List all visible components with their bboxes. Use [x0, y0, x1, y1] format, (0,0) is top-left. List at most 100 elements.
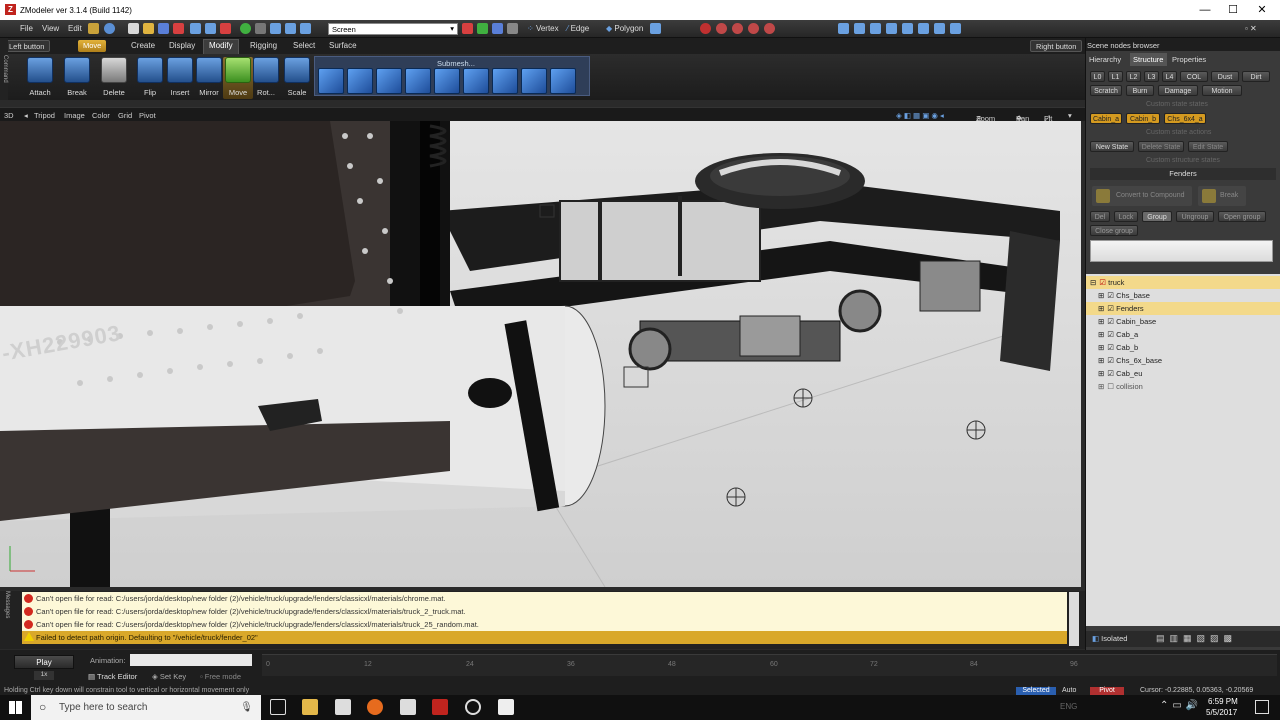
rotate-button[interactable]: Rot...: [251, 57, 281, 97]
windows-start-icon[interactable]: [9, 701, 22, 714]
stop-icon[interactable]: [220, 23, 231, 34]
axis-x-icon[interactable]: [462, 23, 473, 34]
save-icon[interactable]: [158, 23, 169, 34]
steam-icon[interactable]: [465, 699, 481, 715]
submesh-box-icon[interactable]: [521, 68, 547, 94]
break-button[interactable]: Break: [62, 57, 92, 97]
timeline-track[interactable]: 0 12 24 36 48 60 72 84 96: [262, 654, 1277, 676]
free-mode-button[interactable]: ▫ Free mode: [200, 672, 241, 681]
zmodeler-taskbar-icon[interactable]: [432, 699, 448, 715]
isolated-toggle[interactable]: ◧ Isolated: [1092, 634, 1127, 643]
tree-node-chs-6x-base[interactable]: ⊞ ☑ Chs_6x_base: [1086, 354, 1280, 367]
viewport-options-icons[interactable]: ◈ ◧ ▦ ▣ ◉ ◂: [896, 111, 944, 120]
panel-pin-icon[interactable]: ▫ ✕: [1245, 24, 1257, 33]
file-explorer-icon[interactable]: [302, 699, 318, 715]
log-line-error[interactable]: Can't open file for read: C:/users/jorda…: [22, 592, 1067, 605]
tab-display[interactable]: Display: [169, 41, 195, 50]
edge-mode[interactable]: ⁄ Edge: [567, 24, 589, 33]
view-mode-6-icon[interactable]: [918, 23, 929, 34]
move-button[interactable]: Move: [223, 57, 253, 99]
attach-button[interactable]: Attach: [25, 57, 55, 97]
left-button-select[interactable]: Left button: [3, 40, 51, 52]
notifications-icon[interactable]: [1255, 700, 1269, 714]
menu-view[interactable]: View: [42, 24, 59, 33]
log-line-error[interactable]: Can't open file for read: C:/users/jorda…: [22, 605, 1067, 618]
lod-l2-button[interactable]: L2: [1126, 71, 1141, 82]
animation-select[interactable]: [130, 654, 252, 666]
tree-node-chs-base[interactable]: ⊞ ☑ Chs_base: [1086, 289, 1280, 302]
tab-create[interactable]: Create: [131, 41, 155, 50]
3d-viewport[interactable]: -XH229903: [0, 121, 1081, 587]
tab-select[interactable]: Select: [293, 41, 315, 50]
mirror-button[interactable]: Mirror: [194, 57, 224, 97]
footer-tool-icons[interactable]: ▤▥▦▧▨▩: [1156, 633, 1237, 644]
open-group-button[interactable]: Open group: [1218, 211, 1266, 222]
polygon-mode[interactable]: ◆ Polygon: [606, 24, 643, 33]
log-line-warning[interactable]: Failed to detect path origin. Defaulting…: [22, 631, 1067, 644]
viewport-mode[interactable]: 3D: [4, 111, 14, 120]
store-icon[interactable]: [335, 699, 351, 715]
tree-node-collision[interactable]: ⊞ ☐ collision: [1086, 380, 1280, 393]
view-mode-3-icon[interactable]: [870, 23, 881, 34]
firefox-icon[interactable]: [367, 699, 383, 715]
grid-icon[interactable]: [255, 23, 266, 34]
submesh-extrude-icon[interactable]: [318, 68, 344, 94]
tab-structure[interactable]: Structure: [1133, 55, 1163, 64]
tree-node-cab-b[interactable]: ⊞ ☑ Cab_b: [1086, 341, 1280, 354]
view-mode-1-icon[interactable]: [838, 23, 849, 34]
scale-button[interactable]: Scale: [282, 57, 312, 97]
close-group-button[interactable]: Close group: [1090, 225, 1138, 236]
close-button[interactable]: ✕: [1247, 2, 1277, 18]
help-icon[interactable]: [104, 23, 115, 34]
task-view-icon[interactable]: [270, 699, 286, 715]
lod-l0-button[interactable]: L0: [1090, 71, 1105, 82]
snap-edge-icon[interactable]: [732, 23, 743, 34]
viewport-grid[interactable]: Grid: [118, 111, 132, 120]
viewport-color[interactable]: Color: [92, 111, 110, 120]
snap-face-icon[interactable]: [748, 23, 759, 34]
dirt-button[interactable]: Dirt: [1242, 71, 1270, 82]
axis-lock-icon[interactable]: [507, 23, 518, 34]
flip-button[interactable]: Flip: [135, 57, 165, 97]
right-button-select[interactable]: Right button: [1030, 40, 1083, 52]
rotate-view-icon[interactable]: [270, 23, 281, 34]
state-tag-cabin-b[interactable]: Cabin_b: [1126, 113, 1160, 124]
delete-icon[interactable]: [173, 23, 184, 34]
submesh-split-icon[interactable]: [376, 68, 402, 94]
state-tag-cabin-a[interactable]: Cabin_a: [1090, 113, 1122, 124]
submesh-weld-icon[interactable]: [405, 68, 431, 94]
tree-node-cabin-base[interactable]: ⊞ ☑ Cabin_base: [1086, 315, 1280, 328]
group-button[interactable]: Group: [1142, 211, 1172, 222]
ungroup-button[interactable]: Ungroup: [1176, 211, 1214, 222]
tree-node-truck[interactable]: ⊟ ☑ truck: [1086, 276, 1280, 289]
settings-icon[interactable]: [88, 23, 99, 34]
submesh-bevel-icon[interactable]: [347, 68, 373, 94]
menu-edit[interactable]: Edit: [68, 24, 82, 33]
menu-file[interactable]: File: [20, 24, 33, 33]
tab-surface[interactable]: Surface: [329, 41, 357, 50]
viewport-tripod[interactable]: Tripod: [34, 111, 55, 120]
axis-z-icon[interactable]: [492, 23, 503, 34]
open-folder-icon[interactable]: [143, 23, 154, 34]
motion-button[interactable]: Motion: [1202, 85, 1242, 96]
maximize-button[interactable]: ☐: [1218, 2, 1248, 18]
submesh-detach-icon[interactable]: [492, 68, 518, 94]
axis-y-icon[interactable]: [477, 23, 488, 34]
play-button[interactable]: Play: [14, 655, 74, 669]
view-mode-4-icon[interactable]: [886, 23, 897, 34]
tab-modify[interactable]: Modify: [209, 41, 233, 50]
view-mode-7-icon[interactable]: [934, 23, 945, 34]
redo-icon[interactable]: [205, 23, 216, 34]
insert-button[interactable]: Insert: [165, 57, 195, 97]
viewport-pivot[interactable]: Pivot: [139, 111, 156, 120]
coordinate-space-select[interactable]: Screen ▾: [328, 23, 458, 35]
new-state-button[interactable]: New State: [1090, 141, 1134, 152]
lod-l1-button[interactable]: L1: [1108, 71, 1123, 82]
tab-properties[interactable]: Properties: [1172, 55, 1206, 64]
edit-state-button[interactable]: Edit State: [1188, 141, 1228, 152]
snap-vertex-icon[interactable]: [716, 23, 727, 34]
delete-state-button[interactable]: Delete State: [1138, 141, 1184, 152]
burn-button[interactable]: Burn: [1126, 85, 1154, 96]
viewport-menu-arrow[interactable]: ◂: [24, 111, 28, 120]
viewport-image[interactable]: Image: [64, 111, 85, 120]
